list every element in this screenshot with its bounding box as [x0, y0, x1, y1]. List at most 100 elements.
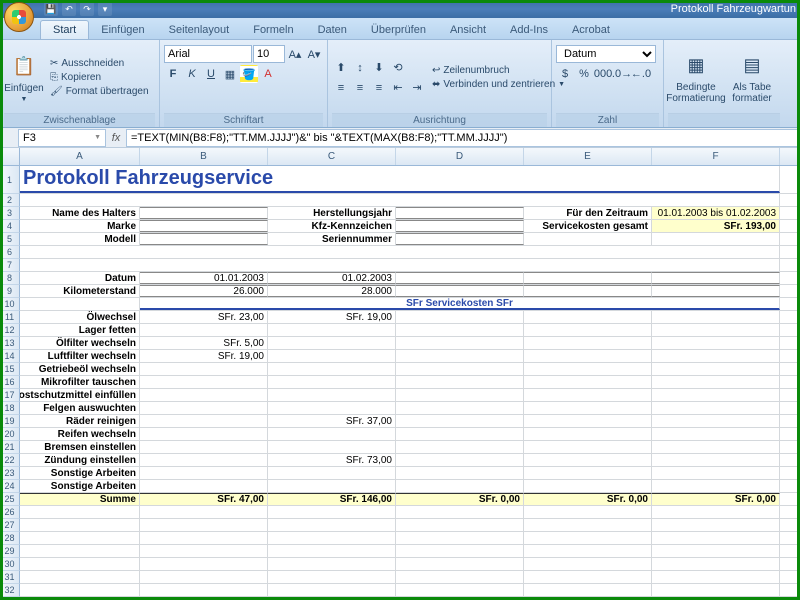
label-km[interactable]: Kilometerstand — [20, 285, 140, 297]
row-header[interactable]: 5 — [0, 233, 20, 246]
tab-ansicht[interactable]: Ansicht — [438, 21, 498, 39]
cell[interactable] — [652, 584, 780, 596]
align-center-button[interactable]: ≡ — [351, 79, 369, 97]
cell[interactable] — [524, 402, 652, 414]
font-family-select[interactable] — [164, 45, 252, 63]
cell[interactable]: SFr. 146,00 — [268, 493, 396, 505]
col-header[interactable]: D — [396, 148, 524, 165]
cell[interactable] — [652, 480, 780, 492]
row-header[interactable]: 32 — [0, 584, 20, 597]
cell[interactable] — [268, 480, 396, 492]
cell[interactable] — [140, 207, 268, 219]
cell[interactable] — [652, 454, 780, 466]
cell[interactable] — [524, 571, 652, 583]
underline-button[interactable]: U — [202, 65, 220, 83]
row-header[interactable]: 4 — [0, 220, 20, 233]
cell[interactable] — [652, 337, 780, 349]
cell[interactable] — [268, 402, 396, 414]
cell[interactable] — [396, 506, 524, 518]
cell[interactable]: SFr. 19,00 — [268, 311, 396, 323]
cell[interactable] — [396, 519, 524, 531]
cell[interactable] — [268, 584, 396, 596]
align-right-button[interactable]: ≡ — [370, 79, 388, 97]
label-modell[interactable]: Modell — [20, 233, 140, 245]
border-button[interactable]: ▦ — [221, 65, 239, 83]
row-header[interactable]: 15 — [0, 363, 20, 376]
format-as-table-button[interactable]: ▤ Als Tabe formatier — [727, 47, 777, 109]
qat-save-icon[interactable]: 💾 — [44, 2, 58, 16]
cell[interactable] — [140, 428, 268, 440]
cell[interactable] — [396, 441, 524, 453]
cell[interactable] — [20, 545, 140, 557]
cell[interactable] — [652, 311, 780, 323]
row-header[interactable]: 22 — [0, 454, 20, 467]
cell[interactable] — [524, 415, 652, 427]
row-header[interactable]: 3 — [0, 207, 20, 220]
cell[interactable] — [140, 220, 268, 232]
cell[interactable] — [524, 311, 652, 323]
cell[interactable] — [396, 415, 524, 427]
service-label[interactable]: Mikrofilter tauschen — [20, 376, 140, 388]
cell[interactable] — [652, 519, 780, 531]
cell[interactable] — [20, 194, 780, 206]
cell[interactable] — [140, 363, 268, 375]
cell[interactable] — [652, 233, 780, 245]
row-header[interactable]: 6 — [0, 246, 20, 259]
document-title[interactable]: Protokoll Fahrzeugservice — [20, 166, 780, 193]
cell[interactable] — [140, 584, 268, 596]
cell[interactable] — [140, 233, 268, 245]
cell[interactable] — [652, 428, 780, 440]
row-header[interactable]: 25 — [0, 493, 20, 506]
tab-addins[interactable]: Add-Ins — [498, 21, 560, 39]
cell[interactable] — [396, 272, 524, 284]
row-header[interactable]: 29 — [0, 545, 20, 558]
cell[interactable] — [268, 506, 396, 518]
cell[interactable] — [396, 311, 524, 323]
service-label[interactable]: Sonstige Arbeiten — [20, 480, 140, 492]
cell[interactable] — [524, 545, 652, 557]
row-header[interactable]: 12 — [0, 324, 20, 337]
tab-einfuegen[interactable]: Einfügen — [89, 21, 156, 39]
cell[interactable] — [396, 233, 524, 245]
cell[interactable] — [140, 532, 268, 544]
cell[interactable] — [396, 584, 524, 596]
row-header[interactable]: 26 — [0, 506, 20, 519]
service-label[interactable]: Zündung einstellen — [20, 454, 140, 466]
row-header[interactable]: 21 — [0, 441, 20, 454]
cell[interactable]: 26.000 — [140, 285, 268, 297]
cell[interactable]: SFr. 47,00 — [140, 493, 268, 505]
cell[interactable] — [652, 272, 780, 284]
cell[interactable]: 01.02.2003 — [268, 272, 396, 284]
col-header[interactable]: C — [268, 148, 396, 165]
cell[interactable] — [20, 558, 140, 570]
cell[interactable]: 01.01.2003 — [140, 272, 268, 284]
row-header[interactable]: 18 — [0, 402, 20, 415]
cell[interactable] — [652, 402, 780, 414]
cell[interactable] — [652, 571, 780, 583]
cell[interactable] — [396, 207, 524, 219]
cell[interactable] — [268, 337, 396, 349]
col-header[interactable]: B — [140, 148, 268, 165]
cell[interactable] — [20, 571, 140, 583]
cell[interactable] — [20, 532, 140, 544]
cell[interactable] — [20, 259, 780, 271]
service-label[interactable]: Frostschutzmittel einfüllen — [20, 389, 140, 401]
cell[interactable] — [524, 441, 652, 453]
cell[interactable] — [140, 402, 268, 414]
merge-center-button[interactable]: ⬌Verbinden und zentrieren▼ — [429, 78, 568, 91]
office-button[interactable] — [4, 2, 34, 32]
format-painter-button[interactable]: 🖌Format übertragen — [47, 85, 152, 98]
cell[interactable] — [396, 389, 524, 401]
cell[interactable] — [524, 233, 652, 245]
label-zeitraum[interactable]: Für den Zeitraum — [524, 207, 652, 219]
tab-daten[interactable]: Daten — [306, 21, 359, 39]
cell[interactable] — [652, 324, 780, 336]
cell[interactable]: SFr. 5,00 — [140, 337, 268, 349]
cell[interactable] — [396, 571, 524, 583]
font-color-button[interactable]: A — [259, 65, 277, 83]
cell[interactable] — [140, 376, 268, 388]
row-header[interactable]: 14 — [0, 350, 20, 363]
service-label[interactable]: Getriebeöl wechseln — [20, 363, 140, 375]
service-label[interactable]: Reifen wechseln — [20, 428, 140, 440]
cell[interactable] — [268, 363, 396, 375]
